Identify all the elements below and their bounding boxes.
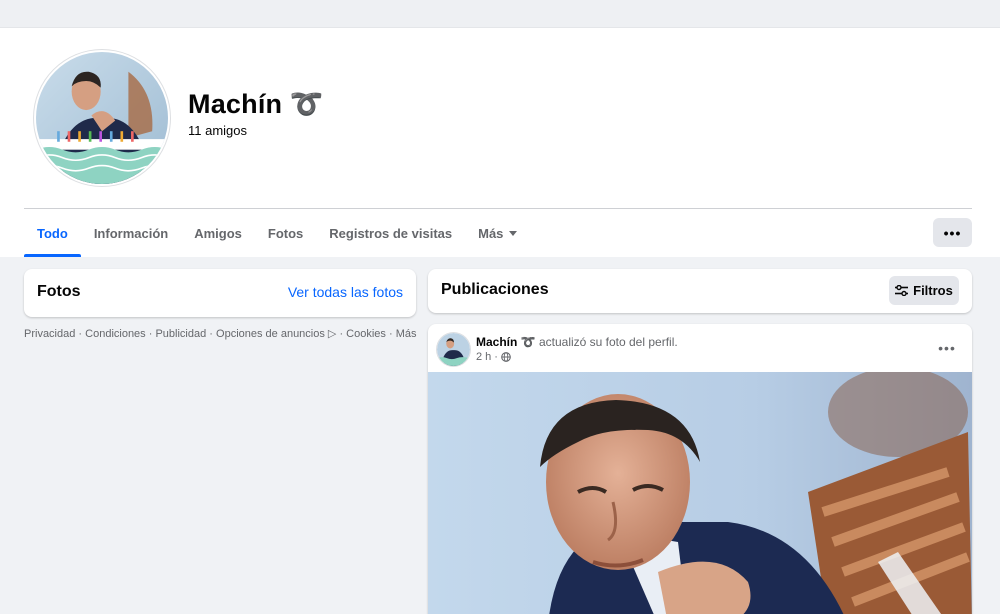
profile-header: Machín ➰ 11 amigos Todo Información Amig… (0, 28, 1000, 257)
tab-label: Más (478, 225, 504, 241)
post-header-text: Machín ➰ actualizó su foto del perfil. (476, 335, 678, 349)
tab-mas[interactable]: Más (465, 209, 530, 257)
footer-link-privacidad[interactable]: Privacidad (24, 328, 75, 340)
footer-link-publicidad[interactable]: Publicidad (155, 328, 206, 340)
posts-title: Publicaciones (441, 281, 549, 298)
footer-separator: · (145, 328, 156, 340)
tab-label: Todo (37, 225, 68, 241)
post-author-avatar[interactable] (437, 333, 470, 366)
footer-separator: · (75, 328, 86, 340)
tab-label: Registros de visitas (329, 225, 453, 241)
profile-avatar[interactable] (34, 50, 170, 186)
profile-photo (36, 52, 168, 184)
post-timestamp[interactable]: 2 h (476, 351, 491, 363)
tab-label: Fotos (267, 225, 304, 241)
post-options-button[interactable]: ••• (934, 338, 960, 358)
post-photo[interactable] (428, 372, 972, 614)
ellipsis-icon: ••• (943, 224, 962, 241)
meta-separator: · (494, 351, 498, 363)
footer-links: Privacidad · Condiciones · Publicidad · … (24, 327, 416, 340)
author-photo (437, 333, 470, 366)
friends-count[interactable]: 11 amigos (188, 123, 247, 138)
photos-card: Fotos Ver todas las fotos (24, 269, 416, 317)
tab-label: Amigos (194, 225, 242, 241)
caret-down-icon (509, 230, 518, 236)
filters-icon (895, 285, 909, 296)
footer-separator: · (385, 328, 396, 340)
post-action-text: actualizó su foto del perfil. (535, 335, 678, 349)
post-card: Machín ➰ actualizó su foto del perfil. 2… (428, 324, 972, 614)
ellipsis-icon: ••• (938, 340, 956, 356)
footer-link-mas[interactable]: Más (396, 328, 417, 340)
tab-label: Información (93, 225, 169, 241)
footer-link-cookies[interactable]: Cookies (346, 328, 386, 340)
post-author-name[interactable]: Machín ➰ (476, 335, 536, 349)
footer-separator: · (206, 328, 217, 340)
posts-header-card: Publicaciones Filtros (428, 269, 972, 313)
filters-label: Filtros (913, 283, 953, 298)
more-options-button[interactable]: ••• (933, 218, 972, 247)
profile-picture-image (428, 372, 972, 614)
top-strip (0, 0, 1000, 28)
filters-button[interactable]: Filtros (889, 276, 959, 305)
see-all-photos-link[interactable]: Ver todas las fotos (288, 284, 403, 300)
photos-title: Fotos (37, 283, 81, 300)
footer-separator: · (336, 328, 347, 340)
profile-tabs: Todo Información Amigos Fotos Registros … (24, 209, 530, 257)
globe-icon (501, 352, 511, 362)
tab-amigos[interactable]: Amigos (181, 209, 255, 257)
post-meta: 2 h · (476, 351, 511, 363)
footer-link-condiciones[interactable]: Condiciones (85, 328, 146, 340)
tab-fotos[interactable]: Fotos (255, 209, 316, 257)
profile-name: Machín ➰ (188, 89, 324, 119)
tab-informacion[interactable]: Información (81, 209, 181, 257)
tab-todo[interactable]: Todo (24, 209, 81, 257)
footer-link-opciones-de-anuncios[interactable]: Opciones de anuncios ▷ (216, 328, 336, 340)
tab-registros-de-visitas[interactable]: Registros de visitas (316, 209, 465, 257)
